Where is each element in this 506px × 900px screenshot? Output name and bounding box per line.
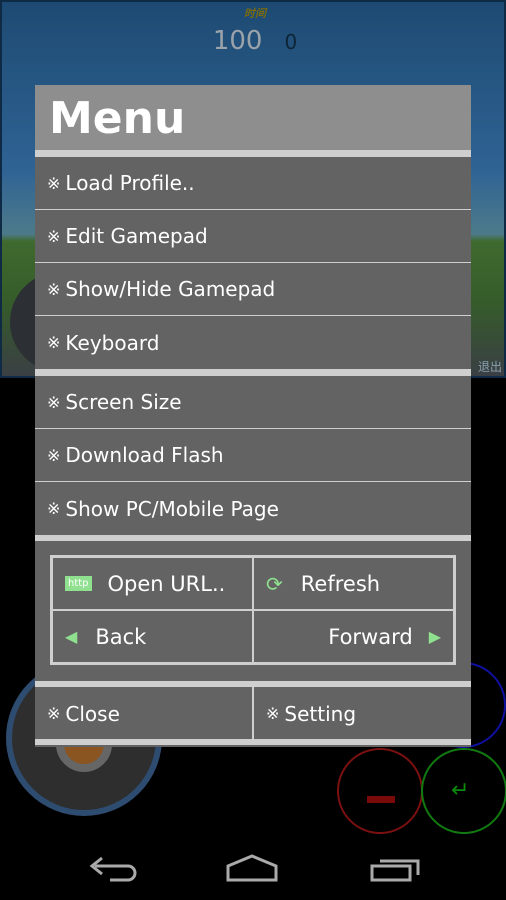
arrow-left-icon: ◀ [65, 627, 78, 646]
menu-item-label: Load Profile.. [65, 171, 195, 195]
setting-button[interactable]: ※ Setting [254, 687, 471, 740]
divider [35, 150, 471, 157]
close-button[interactable]: ※ Close [35, 687, 254, 740]
menu-dialog: Menu ※ Load Profile.. ※ Edit Gamepad ※ Show… [35, 85, 471, 747]
menu-title: Menu [35, 85, 471, 150]
menu-item-label: Download Flash [65, 443, 224, 467]
setting-label: Setting [284, 701, 357, 726]
menu-item-show-hide-gamepad[interactable]: ※ Show/Hide Gamepad [35, 263, 471, 316]
bullet-icon: ※ [47, 173, 61, 193]
enter-button[interactable]: ↵ [421, 748, 506, 834]
menu-item-edit-gamepad[interactable]: ※ Edit Gamepad [35, 210, 471, 263]
menu-item-label: Keyboard [65, 330, 160, 355]
menu-item-label: Show PC/Mobile Page [65, 496, 279, 521]
bullet-icon: ※ [47, 392, 61, 412]
bullet-icon: ※ [47, 704, 61, 723]
timer-label: 时间 [244, 7, 266, 20]
bullet-icon: ※ [47, 499, 61, 518]
arrow-right-icon: ▶ [428, 627, 441, 646]
menu-item-label: Edit Gamepad [65, 224, 208, 248]
minus-button[interactable] [337, 748, 423, 834]
bullet-icon: ※ [47, 445, 61, 465]
back-button[interactable]: ◀ Back [52, 610, 253, 663]
home-nav-icon[interactable] [226, 854, 278, 882]
open-url-label: Open URL.. [107, 571, 226, 596]
minus-icon [367, 796, 395, 803]
menu-item-keyboard[interactable]: ※ Keyboard [35, 316, 471, 369]
refresh-label: Refresh [300, 571, 381, 596]
bullet-icon: ※ [47, 333, 61, 352]
menu-item-download-flash[interactable]: ※ Download Flash [35, 429, 471, 482]
menu-item-label: Screen Size [65, 390, 182, 414]
enter-icon: ↵ [451, 778, 470, 803]
browser-controls: http Open URL.. ⟳ Refresh ◀ Back Forward ▶ [35, 541, 471, 681]
menu-item-label: Show/Hide Gamepad [65, 277, 276, 301]
bullet-icon: ※ [266, 704, 280, 723]
http-icon: http [65, 576, 92, 591]
navigation-bar [89, 854, 420, 882]
forward-label: Forward [328, 624, 413, 649]
bullet-icon: ※ [47, 226, 61, 246]
exit-button[interactable]: 退出 [478, 358, 502, 375]
score-value: 100 [212, 26, 263, 56]
score-secondary: 0 [284, 30, 298, 54]
menu-item-load-profile[interactable]: ※ Load Profile.. [35, 157, 471, 210]
score-display: 100 0 [2, 26, 506, 56]
menu-item-screen-size[interactable]: ※ Screen Size [35, 376, 471, 429]
recents-nav-icon[interactable] [370, 859, 420, 882]
divider [35, 369, 471, 376]
menu-item-show-pc-mobile-page[interactable]: ※ Show PC/Mobile Page [35, 482, 471, 535]
open-url-button[interactable]: http Open URL.. [52, 557, 253, 610]
bullet-icon: ※ [47, 279, 61, 299]
refresh-icon: ⟳ [266, 571, 283, 596]
forward-button[interactable]: Forward ▶ [253, 610, 454, 663]
close-label: Close [65, 701, 120, 726]
back-label: Back [95, 624, 147, 649]
back-nav-icon[interactable] [89, 856, 137, 882]
refresh-button[interactable]: ⟳ Refresh [253, 557, 454, 610]
